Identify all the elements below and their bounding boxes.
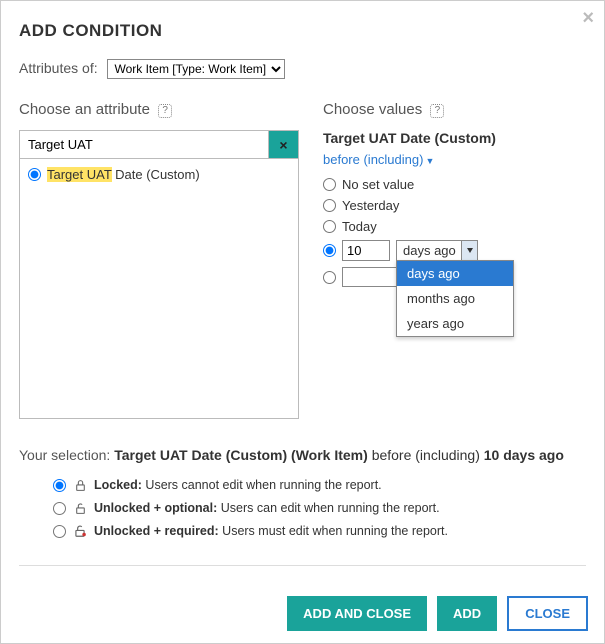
help-icon[interactable]: ? bbox=[430, 104, 444, 118]
value-radio-noset[interactable] bbox=[323, 178, 336, 191]
unit-option-days[interactable]: days ago bbox=[397, 261, 513, 286]
choose-values-heading: Choose values ? bbox=[323, 101, 586, 118]
add-button[interactable]: ADD bbox=[437, 596, 497, 631]
selected-attribute-title: Target UAT Date (Custom) bbox=[323, 130, 586, 146]
lock-radio-unlocked-required[interactable] bbox=[53, 525, 66, 538]
lock-radio-locked[interactable] bbox=[53, 479, 66, 492]
value-radio-yesterday[interactable] bbox=[323, 199, 336, 212]
value-radio-today[interactable] bbox=[323, 220, 336, 233]
lock-locked-text: Locked: Users cannot edit when running t… bbox=[94, 478, 382, 492]
help-icon[interactable]: ? bbox=[158, 104, 172, 118]
dialog-footer: ADD AND CLOSE ADD CLOSE bbox=[287, 596, 588, 631]
relative-unit-value: days ago bbox=[403, 243, 456, 258]
attribute-result-item[interactable]: Target UAT Date (Custom) bbox=[28, 165, 290, 184]
value-label-yesterday: Yesterday bbox=[342, 198, 399, 213]
attributes-of-label: Attributes of: bbox=[19, 60, 98, 76]
choose-attribute-panel: Choose an attribute ? × Target UAT Date … bbox=[19, 101, 299, 419]
divider bbox=[19, 565, 586, 566]
selection-summary: Your selection: Target UAT Date (Custom)… bbox=[19, 447, 586, 539]
attribute-result-list: Target UAT Date (Custom) bbox=[19, 159, 299, 419]
attribute-search-input[interactable] bbox=[19, 130, 269, 159]
clear-search-button[interactable]: × bbox=[269, 130, 299, 159]
dialog-title: ADD CONDITION bbox=[19, 21, 586, 41]
value-radio-relative[interactable] bbox=[323, 244, 336, 257]
choose-values-panel: Choose values ? Target UAT Date (Custom)… bbox=[323, 101, 586, 419]
lock-closed-icon bbox=[72, 477, 88, 493]
unit-option-years[interactable]: years ago bbox=[397, 311, 513, 336]
relative-unit-select[interactable]: days ago days ago months ago years ago bbox=[396, 240, 478, 261]
attribute-result-label: Target UAT Date (Custom) bbox=[47, 167, 200, 182]
relative-number-input[interactable] bbox=[342, 240, 390, 261]
add-condition-dialog: × ADD CONDITION Attributes of: Work Item… bbox=[0, 0, 605, 644]
lock-open-icon bbox=[72, 500, 88, 516]
choose-attribute-heading: Choose an attribute ? bbox=[19, 101, 299, 118]
attributes-of-select[interactable]: Work Item [Type: Work Item] bbox=[107, 59, 285, 79]
value-label-today: Today bbox=[342, 219, 377, 234]
lock-radio-unlocked-optional[interactable] bbox=[53, 502, 66, 515]
relative-unit-dropdown: days ago months ago years ago bbox=[396, 260, 514, 337]
close-button[interactable]: CLOSE bbox=[507, 596, 588, 631]
value-radio-blank[interactable] bbox=[323, 271, 336, 284]
close-icon[interactable]: × bbox=[582, 7, 594, 30]
lock-open-required-icon bbox=[72, 523, 88, 539]
lock-unlocked-required-text: Unlocked + required: Users must edit whe… bbox=[94, 524, 448, 538]
lock-unlocked-optional-text: Unlocked + optional: Users can edit when… bbox=[94, 501, 440, 515]
unit-option-months[interactable]: months ago bbox=[397, 286, 513, 311]
value-blank-input[interactable] bbox=[342, 267, 398, 287]
attribute-result-radio[interactable] bbox=[28, 168, 41, 181]
add-and-close-button[interactable]: ADD AND CLOSE bbox=[287, 596, 427, 631]
attributes-of-row: Attributes of: Work Item [Type: Work Ite… bbox=[19, 59, 586, 79]
lock-options: Locked: Users cannot edit when running t… bbox=[53, 477, 586, 539]
value-label-noset: No set value bbox=[342, 177, 414, 192]
operator-dropdown-link[interactable]: before (including)▼ bbox=[323, 152, 586, 167]
dropdown-arrow-icon[interactable] bbox=[461, 241, 477, 260]
caret-down-icon: ▼ bbox=[425, 156, 434, 166]
